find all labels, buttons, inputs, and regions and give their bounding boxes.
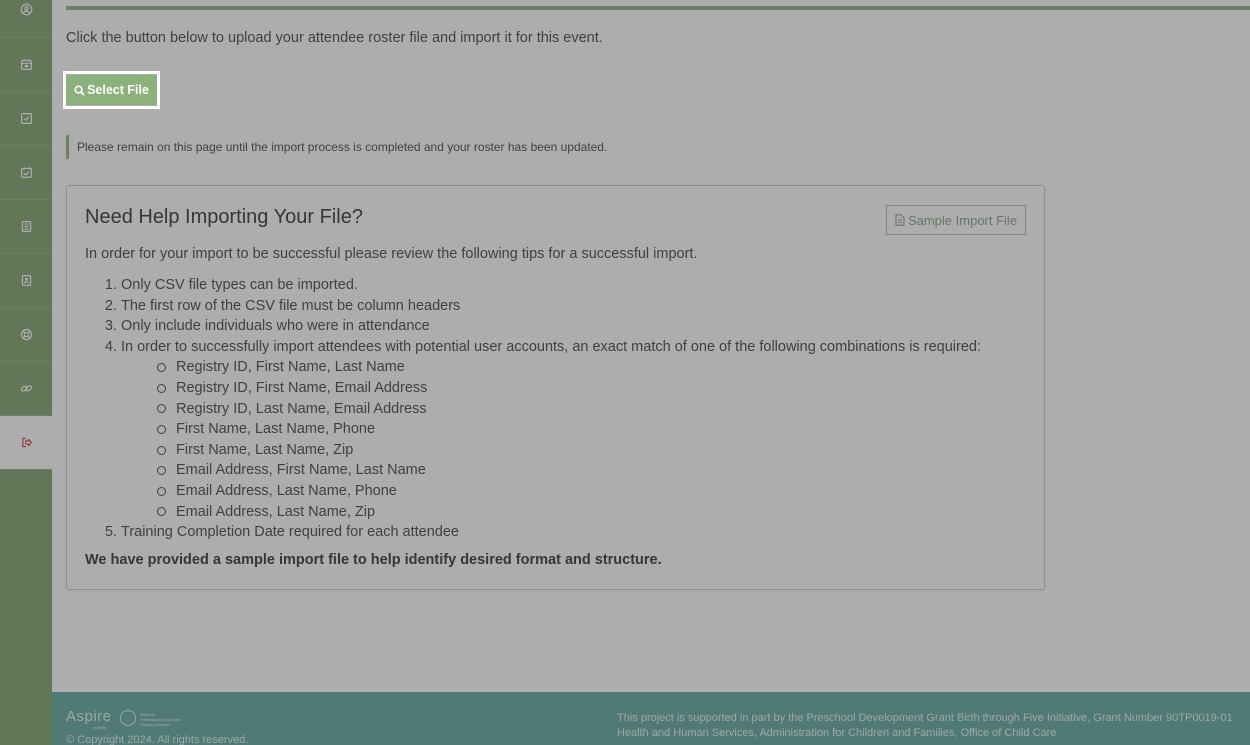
select-file-label: Select File (87, 83, 149, 97)
tip-number: 2. (104, 297, 117, 314)
list-item: Registry ID, Last Name, Email Address (157, 399, 1035, 420)
combination-text: Email Address, Last Name, Phone (176, 482, 397, 499)
tip-text: Only include individuals who were in att… (121, 318, 430, 335)
help-title: Need Help Importing Your File? (85, 206, 363, 228)
support-icon (20, 328, 32, 341)
sample-import-file-button[interactable]: Sample Import File (886, 205, 1026, 235)
combination-text: Registry ID, First Name, Email Address (176, 379, 428, 396)
bullet-icon (157, 445, 166, 455)
tip-number: 4. (104, 338, 117, 355)
import-tips-list: 1. Only CSV file types can be imported. 2… (85, 275, 1035, 543)
bullet-icon (157, 486, 166, 496)
sidebar-item-courses[interactable] (0, 200, 52, 254)
tip-text: Training Completion Date required for ea… (121, 524, 459, 541)
list-item: 3. Only include individuals who were in a… (85, 316, 1035, 337)
sidebar-item-contacts[interactable] (0, 254, 52, 308)
list-item: Email Address, First Name, Last Name (157, 460, 1035, 481)
combination-text: First Name, Last Name, Phone (176, 421, 376, 438)
file-icon (895, 214, 905, 226)
partner-logo-text: National Professional Workforce Registry… (140, 712, 181, 727)
sign-out-icon (21, 437, 32, 448)
import-help-panel: Need Help Importing Your File? Sample Im… (66, 185, 1045, 590)
calendar-check-icon (20, 167, 32, 178)
combination-text: First Name, Last Name, Zip (176, 441, 354, 458)
sidebar-item-calendar[interactable] (0, 38, 52, 92)
contact-card-icon (21, 275, 31, 286)
import-notice: Please remain on this page until the imp… (66, 135, 607, 159)
combination-text: Registry ID, First Name, Last Name (176, 359, 405, 376)
sidebar-item-events[interactable] (0, 146, 52, 200)
tip-text: The first row of the CSV file must be co… (121, 297, 461, 314)
bullet-icon (157, 507, 166, 517)
grant-support-line: This project is supported in part by the… (617, 712, 1233, 724)
list-item: First Name, Last Name, Zip (157, 440, 1035, 461)
sidebar-item-links[interactable] (0, 362, 52, 416)
calendar-icon (20, 59, 32, 70)
list-item: 4. In order to successfully import attend… (85, 337, 1035, 358)
list-item: Registry ID, First Name, Last Name (157, 357, 1035, 378)
bullet-icon (157, 383, 166, 393)
partner-seal-icon (120, 710, 136, 726)
link-icon (20, 385, 32, 392)
help-description: In order for your import to be successfu… (85, 246, 698, 262)
combination-text: Email Address, Last Name, Zip (176, 503, 376, 520)
select-file-button[interactable]: Select File (67, 76, 156, 104)
select-file-wrapper: Select File (63, 71, 160, 109)
sidebar-nav (0, 0, 52, 745)
partner-logo-line: Registry Alliance (140, 722, 170, 727)
main-content: Click the button below to upload your at… (52, 0, 1250, 692)
combination-text: Registry ID, Last Name, Email Address (176, 400, 427, 417)
tip-text: In order to successfully import attendee… (121, 338, 981, 355)
copyright-text: © Copyright 2024. All rights reserved. (66, 734, 249, 745)
bullet-icon (157, 424, 166, 434)
list-item: 2. The first row of the CSV file must be … (85, 296, 1035, 317)
bullet-icon (157, 363, 166, 373)
checkbox-icon (20, 113, 32, 124)
grant-support-text: This project is supported in part by the… (617, 711, 1233, 741)
sidebar-item-sign-out[interactable] (0, 416, 52, 470)
sample-import-file-label: Sample Import File (907, 212, 1018, 228)
aspire-logo-sub: registry (93, 725, 107, 730)
sidebar-item-profile[interactable] (0, 0, 52, 38)
bullet-icon (157, 466, 166, 476)
tip-number: 3. (104, 318, 117, 335)
combinations-list: Registry ID, First Name, Last Name Regis… (157, 357, 1035, 522)
list-item: Registry ID, First Name, Email Address (157, 378, 1035, 399)
grant-support-line: Health and Human Services, Administratio… (617, 727, 1057, 739)
search-icon (74, 84, 85, 96)
tip-text: Only CSV file types can be imported. (121, 277, 358, 293)
list-item: 5. Training Completion Date required for … (85, 522, 1035, 543)
upload-instructions: Click the button below to upload your at… (66, 30, 603, 46)
top-divider (66, 6, 1250, 10)
sidebar-item-tasks[interactable] (0, 92, 52, 146)
sidebar-item-support[interactable] (0, 308, 52, 362)
help-footer-note: We have provided a sample import file to… (85, 552, 662, 568)
book-icon (21, 221, 31, 232)
user-circle-icon (20, 3, 32, 16)
list-item: Email Address, Last Name, Zip (157, 502, 1035, 523)
list-item: Email Address, Last Name, Phone (157, 481, 1035, 502)
list-item: First Name, Last Name, Phone (157, 419, 1035, 440)
aspire-logo[interactable]: Aspire (66, 708, 112, 725)
tip-number: 1. (104, 277, 117, 293)
site-footer: Aspire registry National Professional Wo… (52, 692, 1250, 745)
tip-number: 5. (104, 524, 117, 541)
list-item: 1. Only CSV file types can be imported. (85, 275, 1035, 296)
import-notice-text: Please remain on this page until the imp… (77, 140, 608, 154)
combination-text: Email Address, First Name, Last Name (176, 462, 426, 479)
bullet-icon (157, 404, 166, 414)
